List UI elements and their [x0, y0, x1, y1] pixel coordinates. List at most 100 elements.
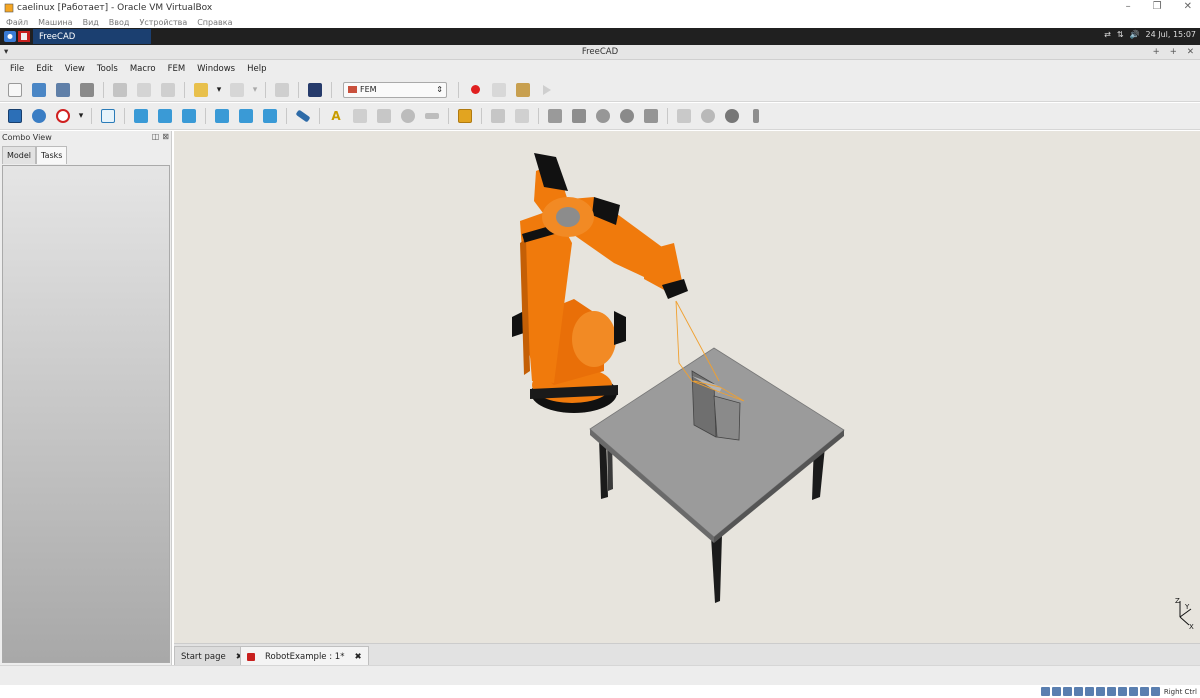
cpu-icon[interactable] [1128, 687, 1138, 696]
close-button[interactable]: ✕ [1184, 1, 1192, 12]
warp-button[interactable] [721, 106, 743, 126]
mesh-net-button[interactable] [544, 106, 566, 126]
menu-help[interactable]: Help [241, 64, 272, 74]
draw-style-dropdown[interactable]: ▾ [76, 106, 86, 126]
virtualbox-titlebar: caelinux [Работает] - Oracle VM VirtualB… [0, 0, 1200, 16]
minimize-button[interactable]: – [1126, 1, 1131, 12]
isometric-view-button[interactable] [97, 106, 119, 126]
right-view-button[interactable] [178, 106, 200, 126]
refresh-button[interactable] [271, 80, 293, 100]
keyboard-icon[interactable] [1150, 687, 1160, 696]
vb-menu-file[interactable]: Файл [6, 18, 28, 27]
results-button[interactable] [640, 106, 662, 126]
close-panel-icon[interactable]: ⊠ [162, 132, 169, 141]
solver-button[interactable] [592, 106, 614, 126]
menu-macro[interactable]: Macro [124, 64, 162, 74]
restore-button[interactable]: ❐ [1153, 1, 1162, 12]
display-icon[interactable] [1106, 687, 1116, 696]
macro-run-button[interactable] [536, 80, 558, 100]
constraint-force-button[interactable] [511, 106, 533, 126]
open-button[interactable] [28, 80, 50, 100]
cut-button[interactable] [109, 80, 131, 100]
mouse-integration-icon[interactable] [1139, 687, 1149, 696]
vb-menu-input[interactable]: Ввод [109, 18, 130, 27]
front-view-button[interactable] [130, 106, 152, 126]
window-menu-icon[interactable]: ▾ [4, 45, 8, 60]
vb-menu-view[interactable]: Вид [83, 18, 99, 27]
paste-button[interactable] [157, 80, 179, 100]
macro-record-button[interactable] [464, 80, 486, 100]
zoom-icon [32, 109, 46, 123]
clip-button[interactable] [697, 106, 719, 126]
left-view-button[interactable] [259, 106, 281, 126]
annotation-button[interactable]: A [325, 106, 347, 126]
constraint-fixed-button[interactable] [487, 106, 509, 126]
usb-icon[interactable] [1084, 687, 1094, 696]
tab-model[interactable]: Model [2, 146, 37, 164]
draw-style-button[interactable] [52, 106, 74, 126]
macro-edit-button[interactable] [512, 80, 534, 100]
3d-viewport[interactable]: Z Y X [174, 131, 1200, 643]
new-button[interactable] [4, 80, 26, 100]
fc-minimize-button[interactable]: + [1153, 45, 1160, 60]
undo-dropdown[interactable]: ▾ [214, 80, 224, 100]
top-view-button[interactable] [154, 106, 176, 126]
float-icon[interactable]: ◫ [152, 132, 160, 141]
menu-edit[interactable]: Edit [30, 64, 58, 74]
optical-drive-icon[interactable] [1051, 687, 1061, 696]
volume-icon[interactable]: 🔊 [1130, 30, 1140, 39]
audio-icon[interactable] [1062, 687, 1072, 696]
menu-view[interactable]: View [59, 64, 91, 74]
plate-button[interactable] [421, 106, 443, 126]
menu-windows[interactable]: Windows [191, 64, 241, 74]
network-icon[interactable]: ⇄ [1104, 30, 1111, 39]
redo-dropdown[interactable]: ▾ [250, 80, 260, 100]
robot-arm-model[interactable] [512, 153, 688, 413]
scalar-button[interactable] [745, 106, 767, 126]
save-button[interactable] [52, 80, 74, 100]
sphere-button[interactable] [397, 106, 419, 126]
copy-button[interactable] [133, 80, 155, 100]
menu-file[interactable]: File [4, 64, 30, 74]
no-draw-style-icon [56, 109, 70, 123]
vb-menu-devices[interactable]: Устройства [139, 18, 187, 27]
vb-menu-machine[interactable]: Машина [38, 18, 72, 27]
macro-stop-button[interactable] [488, 80, 510, 100]
rear-view-button[interactable] [211, 106, 233, 126]
3d-scene[interactable]: Z Y X [174, 131, 1200, 643]
analysis-button[interactable] [454, 106, 476, 126]
tab-tasks[interactable]: Tasks [36, 146, 68, 164]
clock[interactable]: 24 Jul, 15:07 [1145, 30, 1196, 39]
tab-start-page[interactable]: Start page ✖ [174, 646, 250, 666]
workbench-selector[interactable]: FEM ⇕ [343, 81, 447, 98]
transfer-icon[interactable]: ⇅ [1117, 30, 1124, 39]
hdd-icon[interactable] [1040, 687, 1050, 696]
redo-button[interactable] [226, 80, 248, 100]
redo-icon [230, 82, 244, 97]
print-button[interactable] [76, 80, 98, 100]
menu-tools[interactable]: Tools [91, 64, 124, 74]
fc-close-button[interactable]: ✕ [1187, 45, 1194, 60]
close-tab-robot-example-icon[interactable]: ✖ [354, 652, 361, 662]
fit-all-button[interactable] [4, 106, 26, 126]
tab-robot-example[interactable]: RobotExample : 1* ✖ [240, 646, 369, 666]
run-solver-button[interactable] [616, 106, 638, 126]
network-adapter-icon[interactable] [1073, 687, 1083, 696]
undo-button[interactable] [190, 80, 212, 100]
post-process-button[interactable] [673, 106, 695, 126]
vb-menu-help[interactable]: Справка [197, 18, 232, 27]
axis-triad: Z Y X [1175, 597, 1194, 631]
taskbar-freecad[interactable]: FreeCAD [33, 29, 151, 44]
fit-selection-button[interactable] [28, 106, 50, 126]
mesh-button[interactable] [373, 106, 395, 126]
measure-button[interactable] [292, 106, 314, 126]
recording-icon[interactable] [1117, 687, 1127, 696]
shared-folders-icon[interactable] [1095, 687, 1105, 696]
menu-fem[interactable]: FEM [162, 64, 192, 74]
bottom-view-button[interactable] [235, 106, 257, 126]
whisker-menu-icon[interactable] [4, 31, 16, 42]
section-button[interactable] [349, 106, 371, 126]
whats-this-button[interactable] [304, 80, 326, 100]
fc-maximize-button[interactable]: + [1170, 45, 1177, 60]
mesh-region-button[interactable] [568, 106, 590, 126]
